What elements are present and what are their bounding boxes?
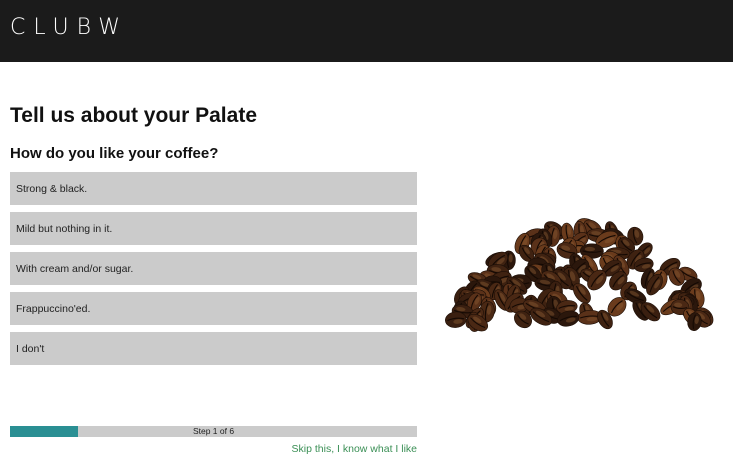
- page-title: Tell us about your Palate: [10, 104, 257, 127]
- progress-label: Step 1 of 6: [192, 426, 235, 436]
- option-dont-drink[interactable]: I don't: [10, 332, 417, 365]
- top-bar: CLUBW: [0, 0, 733, 62]
- brand-logo[interactable]: CLUBW: [10, 17, 128, 39]
- progress-bar: Step 1 of 6: [10, 426, 417, 437]
- coffee-beans-image: [445, 218, 714, 332]
- skip-link[interactable]: Skip this, I know what I like: [292, 443, 417, 455]
- question-heading: How do you like your coffee?: [10, 145, 219, 162]
- option-strong-black[interactable]: Strong & black.: [10, 172, 417, 205]
- option-mild[interactable]: Mild but nothing in it.: [10, 212, 417, 245]
- option-cream-sugar[interactable]: With cream and/or sugar.: [10, 252, 417, 285]
- answer-options: Strong & black. Mild but nothing in it. …: [10, 172, 417, 372]
- option-frappuccino[interactable]: Frappuccino'ed.: [10, 292, 417, 325]
